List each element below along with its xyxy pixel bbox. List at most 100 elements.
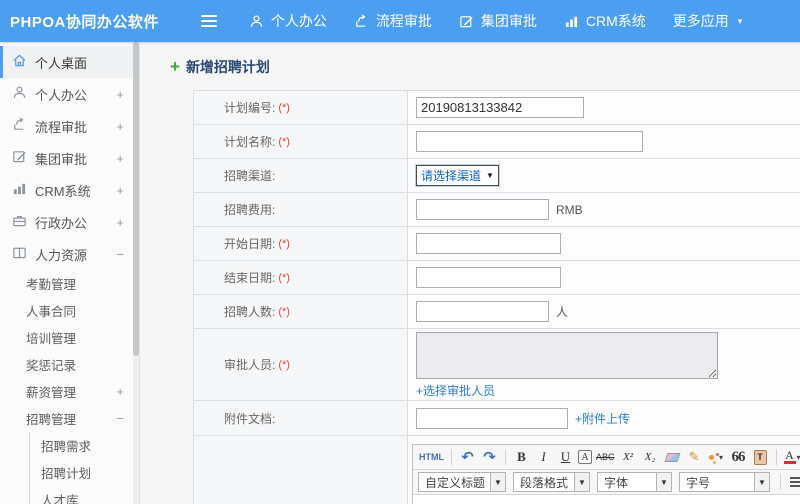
expand-icon[interactable]: + [116, 87, 124, 102]
strikethrough-button[interactable]: ABC [595, 448, 616, 467]
caret-down-icon: ▼ [574, 473, 590, 491]
format-brush-icon[interactable]: ✎ [685, 448, 704, 467]
sidebar-item-talent-pool[interactable]: 人才库 [30, 486, 139, 504]
sidebar-item-personal-desktop[interactable]: 个人桌面 [0, 46, 139, 78]
collapse-icon[interactable]: − [116, 247, 124, 262]
sidebar-item-hr[interactable]: 人力资源 − [0, 238, 139, 270]
field-label: 计划名称: [224, 135, 276, 149]
sidebar-item-hr-contract[interactable]: 人事合同 [0, 297, 139, 324]
collapse-icon[interactable]: − [116, 411, 124, 426]
blockquote-button[interactable]: 66 [729, 448, 748, 467]
paragraph-format-dropdown[interactable]: 段落格式 ▼ [513, 472, 591, 492]
topnav-workflow-approval[interactable]: 流程审批 [354, 11, 432, 31]
caret-down-icon: ▼ [656, 473, 672, 491]
flow-icon [354, 13, 369, 29]
font-color-button[interactable]: A▾ [783, 448, 800, 467]
sidebar-item-group-approval[interactable]: 集团审批 + [0, 142, 139, 174]
home-icon [12, 53, 27, 71]
required-marker: (*) [278, 135, 290, 148]
sidebar-item-recruit-plan[interactable]: 招聘计划 [30, 459, 139, 486]
channel-select[interactable]: 请选择渠道 ▼ [416, 165, 499, 186]
cost-input[interactable] [416, 199, 549, 220]
remove-format-button[interactable]: A [578, 450, 592, 464]
select-approvers-link[interactable]: +选择审批人员 [416, 382, 495, 399]
caret-down-icon: ▼ [490, 473, 506, 491]
topnav-more-apps[interactable]: 更多应用 ▾ [673, 11, 743, 31]
topnav-personal-office[interactable]: 个人办公 [249, 11, 327, 31]
italic-button[interactable]: I [534, 448, 553, 467]
form-row-plan-name: 计划名称: (*) [194, 125, 800, 159]
expand-icon[interactable]: + [116, 151, 124, 166]
font-family-dropdown[interactable]: 字体 ▼ [597, 472, 673, 492]
person-icon [12, 85, 27, 103]
superscript-button[interactable]: X² [619, 448, 638, 467]
field-label: 开始日期: [224, 237, 276, 251]
subscript-button[interactable]: X₂ [641, 448, 660, 467]
bold-button[interactable]: B [512, 448, 531, 467]
sidebar-item-salary[interactable]: 薪资管理 + [0, 378, 139, 405]
form-row-plan-number: 计划编号: (*) [194, 91, 800, 125]
bar-chart-icon [12, 181, 27, 199]
flow-icon [12, 117, 27, 135]
sidebar-item-recruit-demand[interactable]: 招聘需求 [30, 432, 139, 459]
menu-icon[interactable] [200, 15, 217, 27]
source-code-button[interactable]: HTML [418, 448, 445, 467]
underline-button[interactable]: U [556, 448, 575, 467]
field-label: 计划编号: [224, 101, 276, 115]
eraser-icon[interactable] [663, 448, 682, 467]
form-row-start-date: 开始日期: (*) [194, 227, 800, 261]
attachment-upload-link[interactable]: +附件上传 [575, 410, 630, 427]
redo-icon[interactable]: ↷ [480, 448, 499, 467]
sidebar-item-admin-office[interactable]: 行政办公 + [0, 206, 139, 238]
plan-number-input[interactable] [416, 97, 584, 118]
format-painter-icon[interactable]: ▾ [707, 448, 726, 467]
app-window: PHPOA协同办公软件 个人办公 流程审批 集团审批 CRM系统 更多应用 ▾ … [0, 0, 800, 504]
currency-suffix: RMB [556, 202, 583, 217]
field-label: 招聘人数: [224, 305, 276, 319]
sidebar-item-workflow-approval[interactable]: 流程审批 + [0, 110, 139, 142]
briefcase-icon [12, 213, 27, 231]
field-label: 招聘渠道: [224, 169, 276, 183]
heading-dropdown[interactable]: 自定义标题 ▼ [418, 472, 507, 492]
sidebar-item-rewards[interactable]: 奖惩记录 [0, 351, 139, 378]
bar-chart-icon [564, 14, 579, 29]
plan-name-input[interactable] [416, 131, 643, 152]
topbar: PHPOA协同办公软件 个人办公 流程审批 集团审批 CRM系统 更多应用 ▾ [0, 0, 800, 42]
expand-icon[interactable]: + [116, 183, 124, 198]
sidebar-scrollbar[interactable] [133, 42, 139, 504]
topnav-group-approval[interactable]: 集团审批 [459, 11, 537, 31]
sidebar-item-training[interactable]: 培训管理 [0, 324, 139, 351]
expand-icon[interactable]: + [116, 384, 124, 399]
expand-icon[interactable]: + [116, 215, 124, 230]
scrollbar-thumb[interactable] [133, 42, 139, 357]
required-marker: (*) [278, 358, 290, 371]
edit-icon [459, 14, 474, 29]
align-left-icon[interactable] [787, 473, 800, 492]
start-date-input[interactable] [416, 233, 561, 254]
font-size-dropdown[interactable]: 字号 ▼ [679, 472, 771, 492]
approvers-textarea[interactable] [416, 332, 718, 379]
field-label: 结束日期: [224, 271, 276, 285]
expand-icon[interactable]: + [116, 119, 124, 134]
main-content: + 新增招聘计划 计划编号: (*) 计划名称: (*) [140, 42, 800, 504]
caret-down-icon: ▼ [754, 473, 770, 491]
sidebar-item-recruitment[interactable]: 招聘管理 − [0, 405, 139, 432]
sidebar-item-personal-office[interactable]: 个人办公 + [0, 78, 139, 110]
editor-content-area[interactable] [413, 495, 800, 504]
topnav-crm[interactable]: CRM系统 [564, 11, 646, 31]
person-icon [249, 14, 264, 29]
headcount-input[interactable] [416, 301, 549, 322]
required-marker: (*) [278, 237, 290, 250]
form-row-headcount: 招聘人数: (*) 人 [194, 295, 800, 329]
field-label: 招聘费用: [224, 203, 276, 217]
sidebar-item-crm[interactable]: CRM系统 + [0, 174, 139, 206]
form-row-approvers: 审批人员: (*) +选择审批人员 [194, 329, 800, 401]
end-date-input[interactable] [416, 267, 561, 288]
undo-icon[interactable]: ↶ [458, 448, 477, 467]
sidebar-item-attendance[interactable]: 考勤管理 [0, 270, 139, 297]
add-icon: + [170, 57, 180, 76]
book-icon [12, 245, 27, 263]
form-row-end-date: 结束日期: (*) [194, 261, 800, 295]
attachment-input[interactable] [416, 407, 568, 429]
paste-icon[interactable]: T [751, 448, 770, 467]
